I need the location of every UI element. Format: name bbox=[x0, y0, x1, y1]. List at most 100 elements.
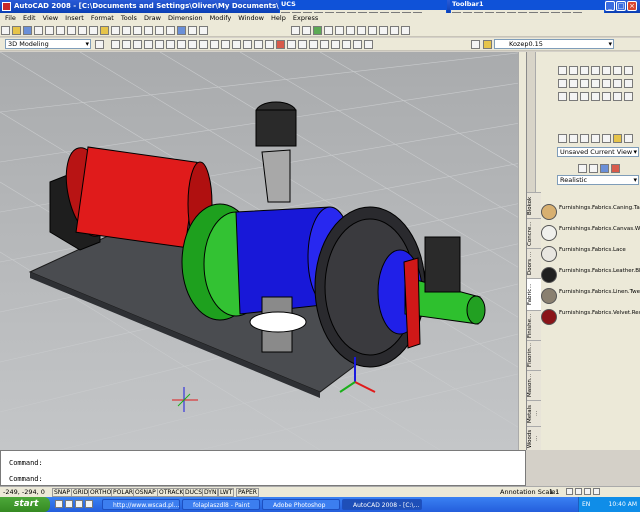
menu-help[interactable]: Help bbox=[271, 14, 286, 22]
render-icon[interactable] bbox=[368, 26, 378, 35]
menu-edit[interactable]: Edit bbox=[23, 14, 36, 22]
preview-icon[interactable] bbox=[45, 26, 54, 35]
extend-icon[interactable] bbox=[221, 40, 230, 49]
sun-icon[interactable] bbox=[401, 26, 411, 35]
materials-icon[interactable] bbox=[390, 26, 400, 35]
menu-window[interactable]: Window bbox=[238, 14, 264, 22]
scale-icon[interactable] bbox=[188, 40, 197, 49]
paper-toggle[interactable]: PAPER bbox=[236, 488, 259, 497]
material-item[interactable]: Furnishings.Fabrics.Caning.Tan bbox=[540, 203, 640, 223]
snap-toggle[interactable]: SNAP bbox=[52, 488, 73, 497]
annotation-scale-value[interactable]: 1:1 bbox=[549, 487, 559, 497]
camera-icon[interactable] bbox=[346, 26, 356, 35]
dyn-toggle[interactable]: DYN bbox=[202, 488, 219, 497]
light-icon[interactable] bbox=[379, 26, 389, 35]
explorer-icon[interactable] bbox=[85, 500, 93, 508]
subtract2-icon[interactable] bbox=[624, 92, 633, 101]
pan-icon[interactable] bbox=[133, 26, 142, 35]
walk-icon[interactable] bbox=[324, 26, 334, 35]
stretch-icon[interactable] bbox=[199, 40, 208, 49]
palette-tab-woods[interactable]: Woods ... bbox=[527, 426, 541, 450]
save-icon[interactable] bbox=[23, 26, 32, 35]
menu-dimension[interactable]: Dimension bbox=[168, 14, 203, 22]
ellipse-icon[interactable] bbox=[624, 66, 633, 75]
layer-manager-icon[interactable] bbox=[471, 40, 480, 49]
publish-icon[interactable] bbox=[56, 26, 65, 35]
nav-walk-icon[interactable] bbox=[613, 134, 622, 143]
task-browser[interactable]: http://www.wscad.pl... bbox=[102, 499, 180, 510]
nav-plan-icon[interactable] bbox=[602, 134, 611, 143]
join-icon[interactable] bbox=[243, 40, 252, 49]
command-prompt[interactable]: Command: bbox=[9, 475, 43, 483]
circle-icon[interactable] bbox=[580, 66, 589, 75]
pyramid-icon[interactable] bbox=[624, 79, 633, 88]
language-indicator[interactable]: EN bbox=[582, 501, 590, 508]
menu-file[interactable]: File bbox=[5, 14, 16, 22]
presspull-icon[interactable] bbox=[569, 92, 578, 101]
drawing-viewport[interactable] bbox=[0, 52, 526, 450]
material-item[interactable]: Furnishings.Fabrics.Leather.Black bbox=[540, 266, 640, 286]
union2-icon[interactable] bbox=[613, 92, 622, 101]
chamfer-icon[interactable] bbox=[254, 40, 263, 49]
line-icon[interactable] bbox=[558, 66, 567, 75]
nav-line-icon[interactable] bbox=[558, 134, 567, 143]
command-window[interactable]: Command: Command: bbox=[0, 450, 526, 486]
menu-express[interactable]: Express bbox=[293, 14, 318, 22]
copy-object-icon[interactable] bbox=[122, 40, 131, 49]
union-icon[interactable] bbox=[331, 40, 340, 49]
lock-icon[interactable] bbox=[584, 488, 591, 495]
design-center-icon[interactable] bbox=[188, 26, 197, 35]
menu-format[interactable]: Format bbox=[91, 14, 114, 22]
redo-icon[interactable] bbox=[122, 26, 131, 35]
array-icon[interactable] bbox=[155, 40, 164, 49]
zoom-previous-icon[interactable] bbox=[166, 26, 175, 35]
hidden-icon[interactable] bbox=[589, 164, 598, 173]
workspace-combo[interactable]: 3D Modeling bbox=[5, 39, 91, 49]
viewport-scrollbar[interactable] bbox=[518, 52, 526, 450]
orbit-icon[interactable] bbox=[313, 26, 323, 35]
desktop-icon[interactable] bbox=[65, 500, 73, 508]
polygon-icon[interactable] bbox=[602, 66, 611, 75]
trim-icon[interactable] bbox=[210, 40, 219, 49]
slice-icon[interactable] bbox=[364, 40, 373, 49]
palette-tab-fabrics[interactable]: Fabric... bbox=[527, 278, 541, 310]
view-combo[interactable]: Unsaved Current View bbox=[557, 147, 639, 157]
workspace-settings-icon[interactable] bbox=[95, 40, 104, 49]
start-button[interactable]: start bbox=[0, 497, 50, 512]
panel-handle[interactable] bbox=[527, 52, 536, 192]
material-item[interactable]: Furnishings.Fabrics.Lace bbox=[540, 245, 640, 265]
palette-tab-concrete[interactable]: Concre... bbox=[527, 218, 541, 248]
extrude-icon[interactable] bbox=[287, 40, 296, 49]
properties-icon[interactable] bbox=[177, 26, 186, 35]
extrude2-icon[interactable] bbox=[558, 92, 567, 101]
loft-icon[interactable] bbox=[320, 40, 329, 49]
ortho-toggle[interactable]: ORTHO bbox=[88, 488, 114, 497]
cut-icon[interactable] bbox=[67, 26, 76, 35]
box-icon[interactable] bbox=[558, 79, 567, 88]
fillet-icon[interactable] bbox=[265, 40, 274, 49]
revolve-icon[interactable] bbox=[298, 40, 307, 49]
plot-icon[interactable] bbox=[34, 26, 43, 35]
nav-fly-icon[interactable] bbox=[624, 134, 633, 143]
menu-modify[interactable]: Modify bbox=[210, 14, 232, 22]
zoom-window-icon[interactable] bbox=[155, 26, 164, 35]
intersect-icon[interactable] bbox=[353, 40, 362, 49]
menu-insert[interactable]: Insert bbox=[65, 14, 84, 22]
minimize-button[interactable]: _ bbox=[605, 1, 615, 11]
move-icon[interactable] bbox=[166, 40, 175, 49]
material-item[interactable]: Furnishings.Fabrics.Linen.Tweed bbox=[540, 287, 640, 307]
new-icon[interactable] bbox=[1, 26, 10, 35]
nav-arc-icon[interactable] bbox=[569, 134, 578, 143]
palette-tab-blokok[interactable]: Blokok bbox=[527, 192, 541, 218]
erase-icon[interactable] bbox=[111, 40, 120, 49]
match-properties-icon[interactable] bbox=[100, 26, 109, 35]
wireframe-icon[interactable] bbox=[578, 164, 587, 173]
maximize-button[interactable]: □ bbox=[616, 1, 626, 11]
polyline-icon[interactable] bbox=[569, 66, 578, 75]
layer-state-icon[interactable] bbox=[291, 26, 301, 35]
wedge-icon[interactable] bbox=[569, 79, 578, 88]
undo-icon[interactable] bbox=[111, 26, 120, 35]
menu-draw[interactable]: Draw bbox=[144, 14, 161, 22]
sweep-icon[interactable] bbox=[309, 40, 318, 49]
palette-tab-flooring[interactable]: Floorin... bbox=[527, 340, 541, 370]
